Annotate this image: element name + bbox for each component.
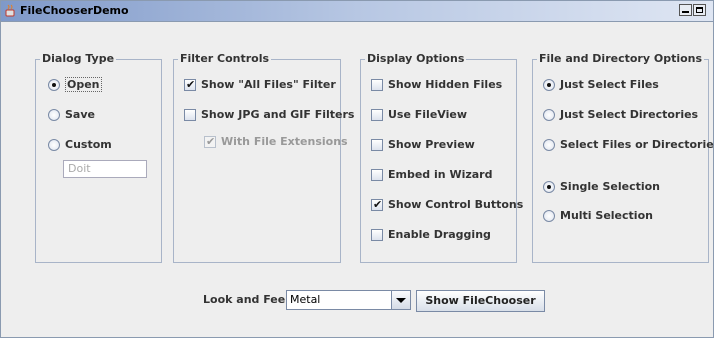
- radio-indicator[interactable]: [48, 79, 60, 91]
- file-dir-options-legend: File and Directory Options: [537, 52, 705, 65]
- radio-indicator[interactable]: [48, 109, 60, 121]
- minimize-icon[interactable]: [679, 4, 692, 16]
- custom-button-text-field[interactable]: Doit: [63, 160, 147, 178]
- show-filechooser-button[interactable]: Show FileChooser: [416, 290, 545, 312]
- show-all-files-label: Show "All Files" Filter: [201, 78, 336, 91]
- dialog-type-legend: Dialog Type: [40, 52, 117, 65]
- window-title: FileChooserDemo: [20, 4, 129, 17]
- just-files-label: Just Select Files: [560, 78, 659, 91]
- checkbox-indicator[interactable]: [371, 229, 383, 241]
- radio-indicator[interactable]: [48, 139, 60, 151]
- checkbox-indicator[interactable]: [371, 109, 383, 121]
- look-and-feel-label: Look and Feel:: [203, 293, 294, 306]
- show-hidden-label: Show Hidden Files: [388, 78, 503, 91]
- checkbox-indicator[interactable]: [371, 198, 383, 211]
- show-preview-label: Show Preview: [388, 138, 475, 151]
- checkbox-indicator[interactable]: [184, 78, 196, 91]
- radio-indicator[interactable]: [543, 79, 555, 91]
- look-and-feel-value: Metal: [290, 293, 321, 306]
- radio-indicator[interactable]: [543, 139, 555, 151]
- just-directories-label: Just Select Directories: [560, 108, 699, 121]
- title-bar[interactable]: FileChooserDemo: [1, 1, 713, 22]
- radio-indicator[interactable]: [543, 181, 555, 193]
- radio-indicator[interactable]: [543, 109, 555, 121]
- show-jpg-gif-label: Show JPG and GIF Filters: [201, 108, 355, 121]
- chevron-down-icon[interactable]: [391, 291, 410, 309]
- checkbox-indicator[interactable]: [371, 169, 383, 181]
- display-options-legend: Display Options: [365, 52, 467, 65]
- checkbox-indicator[interactable]: [371, 79, 383, 91]
- show-control-buttons-label: Show Control Buttons: [388, 198, 524, 211]
- app-window: FileChooserDemo Dialog Type Open Save Cu…: [0, 0, 714, 338]
- maximize-icon[interactable]: [693, 4, 706, 16]
- checkbox-indicator[interactable]: [184, 109, 196, 121]
- radio-indicator[interactable]: [543, 210, 555, 222]
- embed-wizard-label: Embed in Wizard: [388, 168, 493, 181]
- with-file-extensions-label: With File Extensions: [221, 135, 348, 148]
- multi-selection-label: Multi Selection: [560, 209, 653, 222]
- checkbox-indicator[interactable]: [371, 139, 383, 151]
- radio-save-label: Save: [65, 108, 95, 121]
- checkbox-indicator: [204, 135, 216, 148]
- single-selection-label: Single Selection: [560, 180, 661, 193]
- filter-controls-legend: Filter Controls: [178, 52, 272, 65]
- files-or-directories-label: Select Files or Directories: [560, 138, 714, 151]
- look-and-feel-combo[interactable]: Metal: [286, 290, 411, 310]
- radio-custom-label: Custom: [65, 138, 112, 151]
- enable-dragging-label: Enable Dragging: [388, 228, 491, 241]
- java-cup-icon: [5, 4, 15, 17]
- use-fileview-label: Use FileView: [388, 108, 467, 121]
- radio-open-label: Open: [65, 77, 102, 92]
